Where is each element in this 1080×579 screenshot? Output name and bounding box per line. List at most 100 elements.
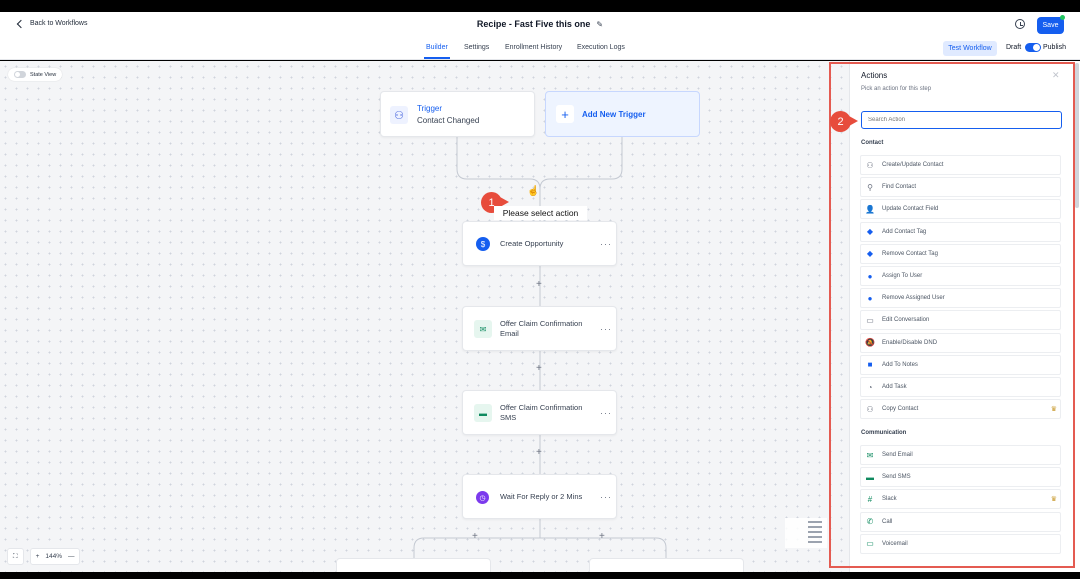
minimap[interactable] bbox=[785, 518, 827, 548]
person-plus-icon: ⚇ bbox=[866, 160, 874, 170]
add-new-trigger-card[interactable]: + Add New Trigger bbox=[545, 91, 700, 137]
person-edit-icon: 👤 bbox=[865, 204, 875, 214]
action-item[interactable]: ⚇ Create/Update Contact bbox=[860, 155, 1061, 175]
action-item[interactable]: ▭ Edit Conversation bbox=[860, 310, 1061, 331]
add-branch-plus-icon[interactable]: + bbox=[472, 531, 478, 542]
save-button[interactable]: Save bbox=[1037, 17, 1064, 34]
sms-icon: ▬ bbox=[866, 472, 874, 482]
trigger-title: Trigger bbox=[417, 104, 443, 113]
workflow-step-offer-claim-sms[interactable]: ▬ Offer Claim Confirmation SMS ··· bbox=[462, 390, 617, 435]
action-label: Update Contact Field bbox=[882, 206, 939, 213]
tab-settings[interactable]: Settings bbox=[464, 44, 489, 51]
panel-subtitle: Pick an action for this step bbox=[861, 86, 932, 92]
connector-line bbox=[413, 537, 667, 558]
add-branch-plus-icon[interactable]: + bbox=[599, 531, 605, 542]
section-title: Contact bbox=[861, 140, 884, 146]
zoom-out-button[interactable]: — bbox=[68, 553, 75, 560]
action-label: Call bbox=[882, 518, 893, 525]
person-search-icon: ⚲ bbox=[867, 182, 873, 192]
add-new-trigger-label: Add New Trigger bbox=[582, 110, 646, 119]
unsaved-indicator-dot bbox=[1060, 15, 1065, 20]
step-label: Wait For Reply or 2 Mins bbox=[500, 492, 583, 501]
user-icon: ● bbox=[867, 271, 873, 281]
more-options-icon[interactable]: ··· bbox=[600, 324, 612, 334]
action-label: Enable/Disable DND bbox=[882, 339, 938, 346]
action-label: Voicemail bbox=[882, 540, 908, 547]
tab-execution-logs[interactable]: Execution Logs bbox=[577, 44, 625, 51]
action-label: Remove Contact Tag bbox=[882, 250, 938, 257]
action-item[interactable]: # Slack ♛ bbox=[860, 489, 1061, 510]
actions-panel: Actions Pick an action for this step ✕ C… bbox=[849, 61, 1080, 572]
top-bar: Back to Workflows Recipe - Fast Five thi… bbox=[0, 12, 1080, 40]
search-action-input[interactable] bbox=[861, 111, 1062, 129]
action-label: Remove Assigned User bbox=[882, 295, 945, 302]
note-icon: ■ bbox=[867, 360, 873, 370]
trigger-card[interactable]: ⚇ Trigger Contact Changed bbox=[380, 91, 535, 137]
workflow-canvas[interactable]: State View ⚇ Trigger Contact Changed + A… bbox=[0, 61, 1080, 572]
history-icon[interactable] bbox=[1015, 19, 1025, 29]
action-item[interactable]: ▭ Voicemail bbox=[860, 533, 1061, 554]
tag-remove-icon: ◆ bbox=[866, 249, 874, 259]
action-item[interactable]: ● Assign To User bbox=[860, 266, 1061, 286]
tab-enrollment-history[interactable]: Enrollment History bbox=[505, 44, 562, 51]
action-label: Add Task bbox=[882, 384, 907, 390]
step-label: Offer Claim Confirmation SMS bbox=[500, 403, 583, 422]
action-item[interactable]: ⚇ Copy Contact ♛ bbox=[860, 399, 1061, 420]
action-label: Add To Notes bbox=[882, 361, 918, 368]
clock-icon: ◷ bbox=[476, 491, 489, 504]
add-step-plus-icon[interactable]: + bbox=[536, 447, 542, 458]
please-select-action-tooltip: Please select action bbox=[494, 206, 587, 220]
user-remove-icon: ● bbox=[867, 293, 873, 303]
action-label: Send SMS bbox=[882, 474, 911, 481]
action-item[interactable]: ■ Add To Notes bbox=[860, 354, 1061, 375]
conversation-icon: ▭ bbox=[866, 315, 874, 325]
trigger-subtitle: Contact Changed bbox=[417, 116, 480, 125]
workflow-step-wait[interactable]: ◷ Wait For Reply or 2 Mins ··· bbox=[462, 474, 617, 519]
slack-icon: # bbox=[867, 494, 873, 504]
draft-label: Draft bbox=[1006, 44, 1022, 51]
action-label: Assign To User bbox=[882, 273, 923, 279]
workflow-step-create-opportunity[interactable]: $ Create Opportunity ··· bbox=[462, 221, 617, 266]
workflow-step-offer-claim-email[interactable]: ✉ Offer Claim Confirmation Email ··· bbox=[462, 306, 617, 351]
branch-card[interactable] bbox=[589, 558, 744, 572]
workflow-title[interactable]: Recipe - Fast Five this one ✎ bbox=[0, 19, 1080, 29]
action-label: Create/Update Contact bbox=[882, 162, 944, 168]
action-item[interactable]: ⚲ Find Contact bbox=[860, 177, 1061, 198]
fullscreen-button[interactable]: ⛶ bbox=[7, 548, 24, 565]
close-icon[interactable]: ✕ bbox=[1052, 70, 1060, 81]
action-item[interactable]: 👤 Update Contact Field bbox=[860, 199, 1061, 220]
action-label: Edit Conversation bbox=[882, 317, 930, 324]
phone-icon: ✆ bbox=[866, 517, 874, 527]
action-item[interactable]: ✉ Send Email bbox=[860, 445, 1061, 465]
branch-card[interactable] bbox=[336, 558, 491, 572]
add-step-plus-icon[interactable]: + bbox=[536, 363, 542, 374]
zoom-in-button[interactable]: + bbox=[36, 553, 40, 560]
sms-icon: ▬ bbox=[474, 404, 492, 422]
tab-builder[interactable]: Builder bbox=[424, 44, 450, 59]
annotation-badge-2: 2 bbox=[830, 111, 858, 132]
more-options-icon[interactable]: ··· bbox=[600, 408, 612, 418]
action-label: Slack bbox=[882, 496, 897, 503]
connector-lines bbox=[413, 137, 667, 558]
action-item[interactable]: ▬ Send SMS bbox=[860, 467, 1061, 488]
more-options-icon[interactable]: ··· bbox=[600, 239, 612, 249]
hand-cursor-icon: ☝ bbox=[527, 186, 540, 197]
tag-icon: ◆ bbox=[866, 227, 874, 237]
pencil-icon[interactable]: ✎ bbox=[596, 20, 603, 29]
crown-icon: ♛ bbox=[1050, 496, 1057, 504]
action-item[interactable]: ◔ Add Task bbox=[860, 377, 1061, 397]
action-label: Send Email bbox=[882, 452, 913, 458]
test-workflow-button[interactable]: Test Workflow bbox=[943, 41, 997, 56]
action-item[interactable]: 🔕 Enable/Disable DND bbox=[860, 332, 1061, 353]
publish-toggle[interactable] bbox=[1025, 43, 1041, 52]
mail-icon: ✉ bbox=[474, 320, 492, 338]
zoom-box: + 144% — bbox=[29, 548, 81, 565]
action-item[interactable]: ● Remove Assigned User bbox=[860, 288, 1061, 309]
action-item[interactable]: ◆ Remove Contact Tag bbox=[860, 243, 1061, 264]
action-item[interactable]: ◆ Add Contact Tag bbox=[860, 221, 1061, 242]
more-options-icon[interactable]: ··· bbox=[600, 492, 612, 502]
panel-scrollbar[interactable] bbox=[1075, 63, 1079, 208]
action-item[interactable]: ✆ Call bbox=[860, 511, 1061, 532]
email-icon: ✉ bbox=[866, 450, 874, 460]
add-step-plus-icon[interactable]: + bbox=[536, 279, 542, 290]
